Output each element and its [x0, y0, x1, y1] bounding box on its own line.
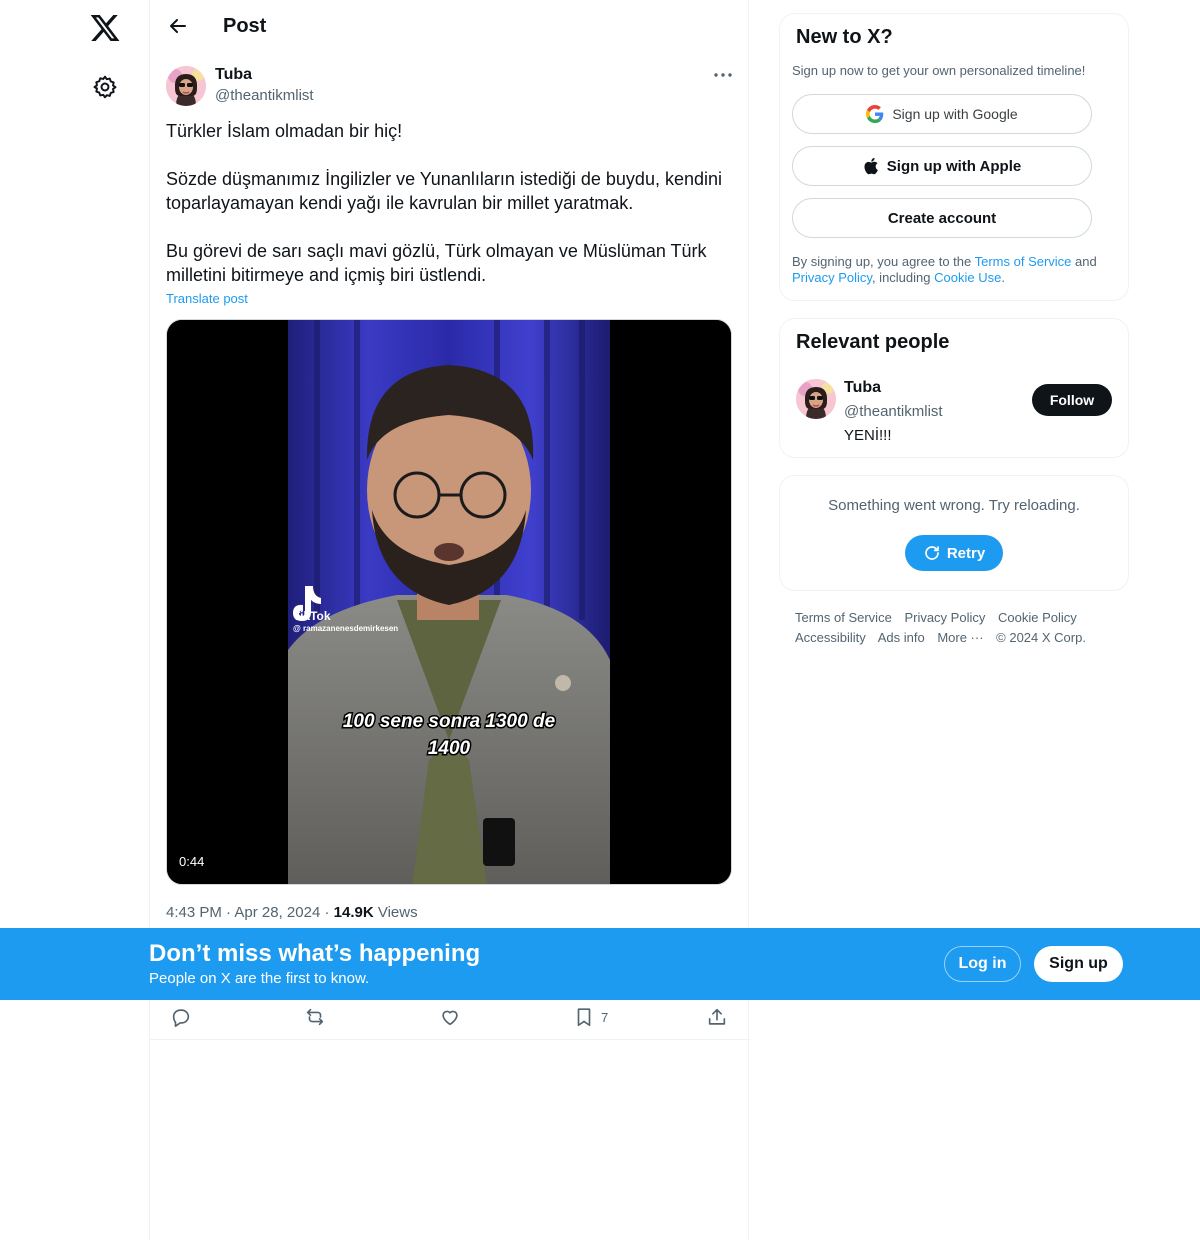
retry-button[interactable]: Retry — [905, 535, 1003, 571]
post-text: Türkler İslam olmadan bir hiç! Sözde düş… — [166, 119, 736, 287]
create-account-label: Create account — [887, 209, 997, 227]
reply-icon — [172, 1009, 190, 1027]
page-title: Post — [223, 15, 267, 37]
left-nav — [0, 0, 150, 1240]
signup-apple-label: Sign up with Apple — [886, 157, 1022, 175]
repost-icon — [306, 1008, 324, 1026]
login-button[interactable]: Log in — [944, 946, 1021, 982]
x-logo-icon[interactable] — [89, 12, 121, 44]
like-button[interactable] — [439, 1005, 461, 1029]
footer-ads-link[interactable]: Ads info — [878, 630, 925, 645]
google-icon — [866, 105, 884, 123]
sidebar-footer: Terms of Service Privacy Policy Cookie P… — [795, 608, 1115, 648]
error-message: Something went wrong. Try reloading. — [828, 497, 1080, 514]
relevant-people-card: Relevant people Tuba @theantikmlist YENİ… — [779, 318, 1129, 458]
post-actions: 7 — [150, 1000, 750, 1040]
apple-icon — [864, 157, 878, 175]
heart-icon — [442, 1010, 458, 1026]
author-avatar[interactable] — [166, 66, 206, 106]
post-meta: 4:43 PM · Apr 28, 2024 · 14.9K Views — [166, 904, 418, 921]
new-to-x-title: New to X? — [796, 26, 893, 48]
bookmark-button[interactable]: 7 — [573, 1005, 608, 1029]
banner-subtitle: People on X are the first to know. — [149, 970, 370, 987]
post-paragraph: Türkler İslam olmadan bir hiç! — [166, 121, 403, 141]
repost-button[interactable] — [304, 1005, 326, 1029]
person-name[interactable]: Tuba — [844, 379, 881, 397]
create-account-button[interactable]: Create account — [792, 198, 1092, 238]
person-avatar[interactable] — [796, 379, 836, 419]
post-time[interactable]: 4:43 PM — [166, 904, 222, 921]
signup-google-label: Sign up with Google — [892, 106, 1018, 122]
footer-more-link[interactable]: More ··· — [937, 630, 983, 645]
follow-button[interactable]: Follow — [1032, 384, 1112, 416]
bookmark-count: 7 — [601, 1009, 609, 1025]
signup-legal-text: By signing up, you agree to the Terms of… — [792, 254, 1097, 285]
footer-cookie-link[interactable]: Cookie Policy — [998, 610, 1077, 625]
terms-link[interactable]: Terms of Service — [975, 254, 1072, 269]
post-video[interactable]: TikTok @ ramazanenesdemirkesen 100 sene … — [166, 319, 732, 885]
views-count: 14.9K — [333, 904, 374, 921]
post-paragraph: Bu görevi de sarı saçlı mavi gözlü, Türk… — [166, 241, 707, 285]
video-caption-line1: 100 sene sonra 1300 de — [343, 711, 556, 732]
footer-terms-link[interactable]: Terms of Service — [795, 610, 892, 625]
person-handle[interactable]: @theantikmlist — [844, 403, 943, 420]
views-label: Views — [377, 904, 418, 921]
footer-accessibility-link[interactable]: Accessibility — [795, 630, 866, 645]
video-caption-line2: 1400 — [428, 738, 471, 759]
relevant-people-title: Relevant people — [796, 331, 950, 353]
more-options-icon[interactable] — [712, 66, 734, 84]
tiktok-user: @ ramazanenesdemirkesen — [293, 624, 398, 633]
signup-banner: Don’t miss what’s happening People on X … — [0, 928, 1200, 1000]
author-handle[interactable]: @theantikmlist — [215, 87, 314, 104]
error-card: Something went wrong. Try reloading. Ret… — [779, 475, 1129, 591]
translate-post-link[interactable]: Translate post — [166, 291, 248, 306]
refresh-icon — [925, 546, 939, 560]
signup-google-button[interactable]: Sign up with Google — [792, 94, 1092, 134]
signup-apple-button[interactable]: Sign up with Apple — [792, 146, 1092, 186]
share-button[interactable] — [706, 1005, 728, 1029]
tiktok-brand: TikTok — [293, 609, 331, 623]
footer-privacy-link[interactable]: Privacy Policy — [904, 610, 985, 625]
author-name[interactable]: Tuba — [215, 66, 252, 84]
new-to-x-card: New to X? Sign up now to get your own pe… — [779, 13, 1129, 301]
main-column: Post Tuba @theantikmlist Türkler İslam o… — [149, 0, 750, 1240]
person-bio: YENİ!!! — [844, 427, 892, 444]
new-to-x-subtitle: Sign up now to get your own personalized… — [792, 63, 1086, 78]
privacy-link[interactable]: Privacy Policy — [792, 270, 872, 285]
bookmark-icon — [577, 1008, 591, 1027]
reply-button[interactable] — [170, 1005, 192, 1029]
post-paragraph: Sözde düşmanımız İngilizler ve Yunanlıla… — [166, 169, 722, 213]
post-date[interactable]: Apr 28, 2024 — [234, 904, 320, 921]
footer-copyright: © 2024 X Corp. — [996, 630, 1086, 645]
signup-button[interactable]: Sign up — [1034, 946, 1123, 982]
back-arrow-icon[interactable] — [166, 14, 190, 38]
banner-title: Don’t miss what’s happening — [149, 940, 481, 967]
share-icon — [708, 1008, 726, 1025]
retry-label: Retry — [946, 544, 986, 562]
settings-gear-icon[interactable] — [92, 74, 118, 100]
cookie-use-link[interactable]: Cookie Use — [934, 270, 1001, 285]
post-header: Post — [150, 0, 750, 54]
video-duration: 0:44 — [179, 854, 205, 869]
